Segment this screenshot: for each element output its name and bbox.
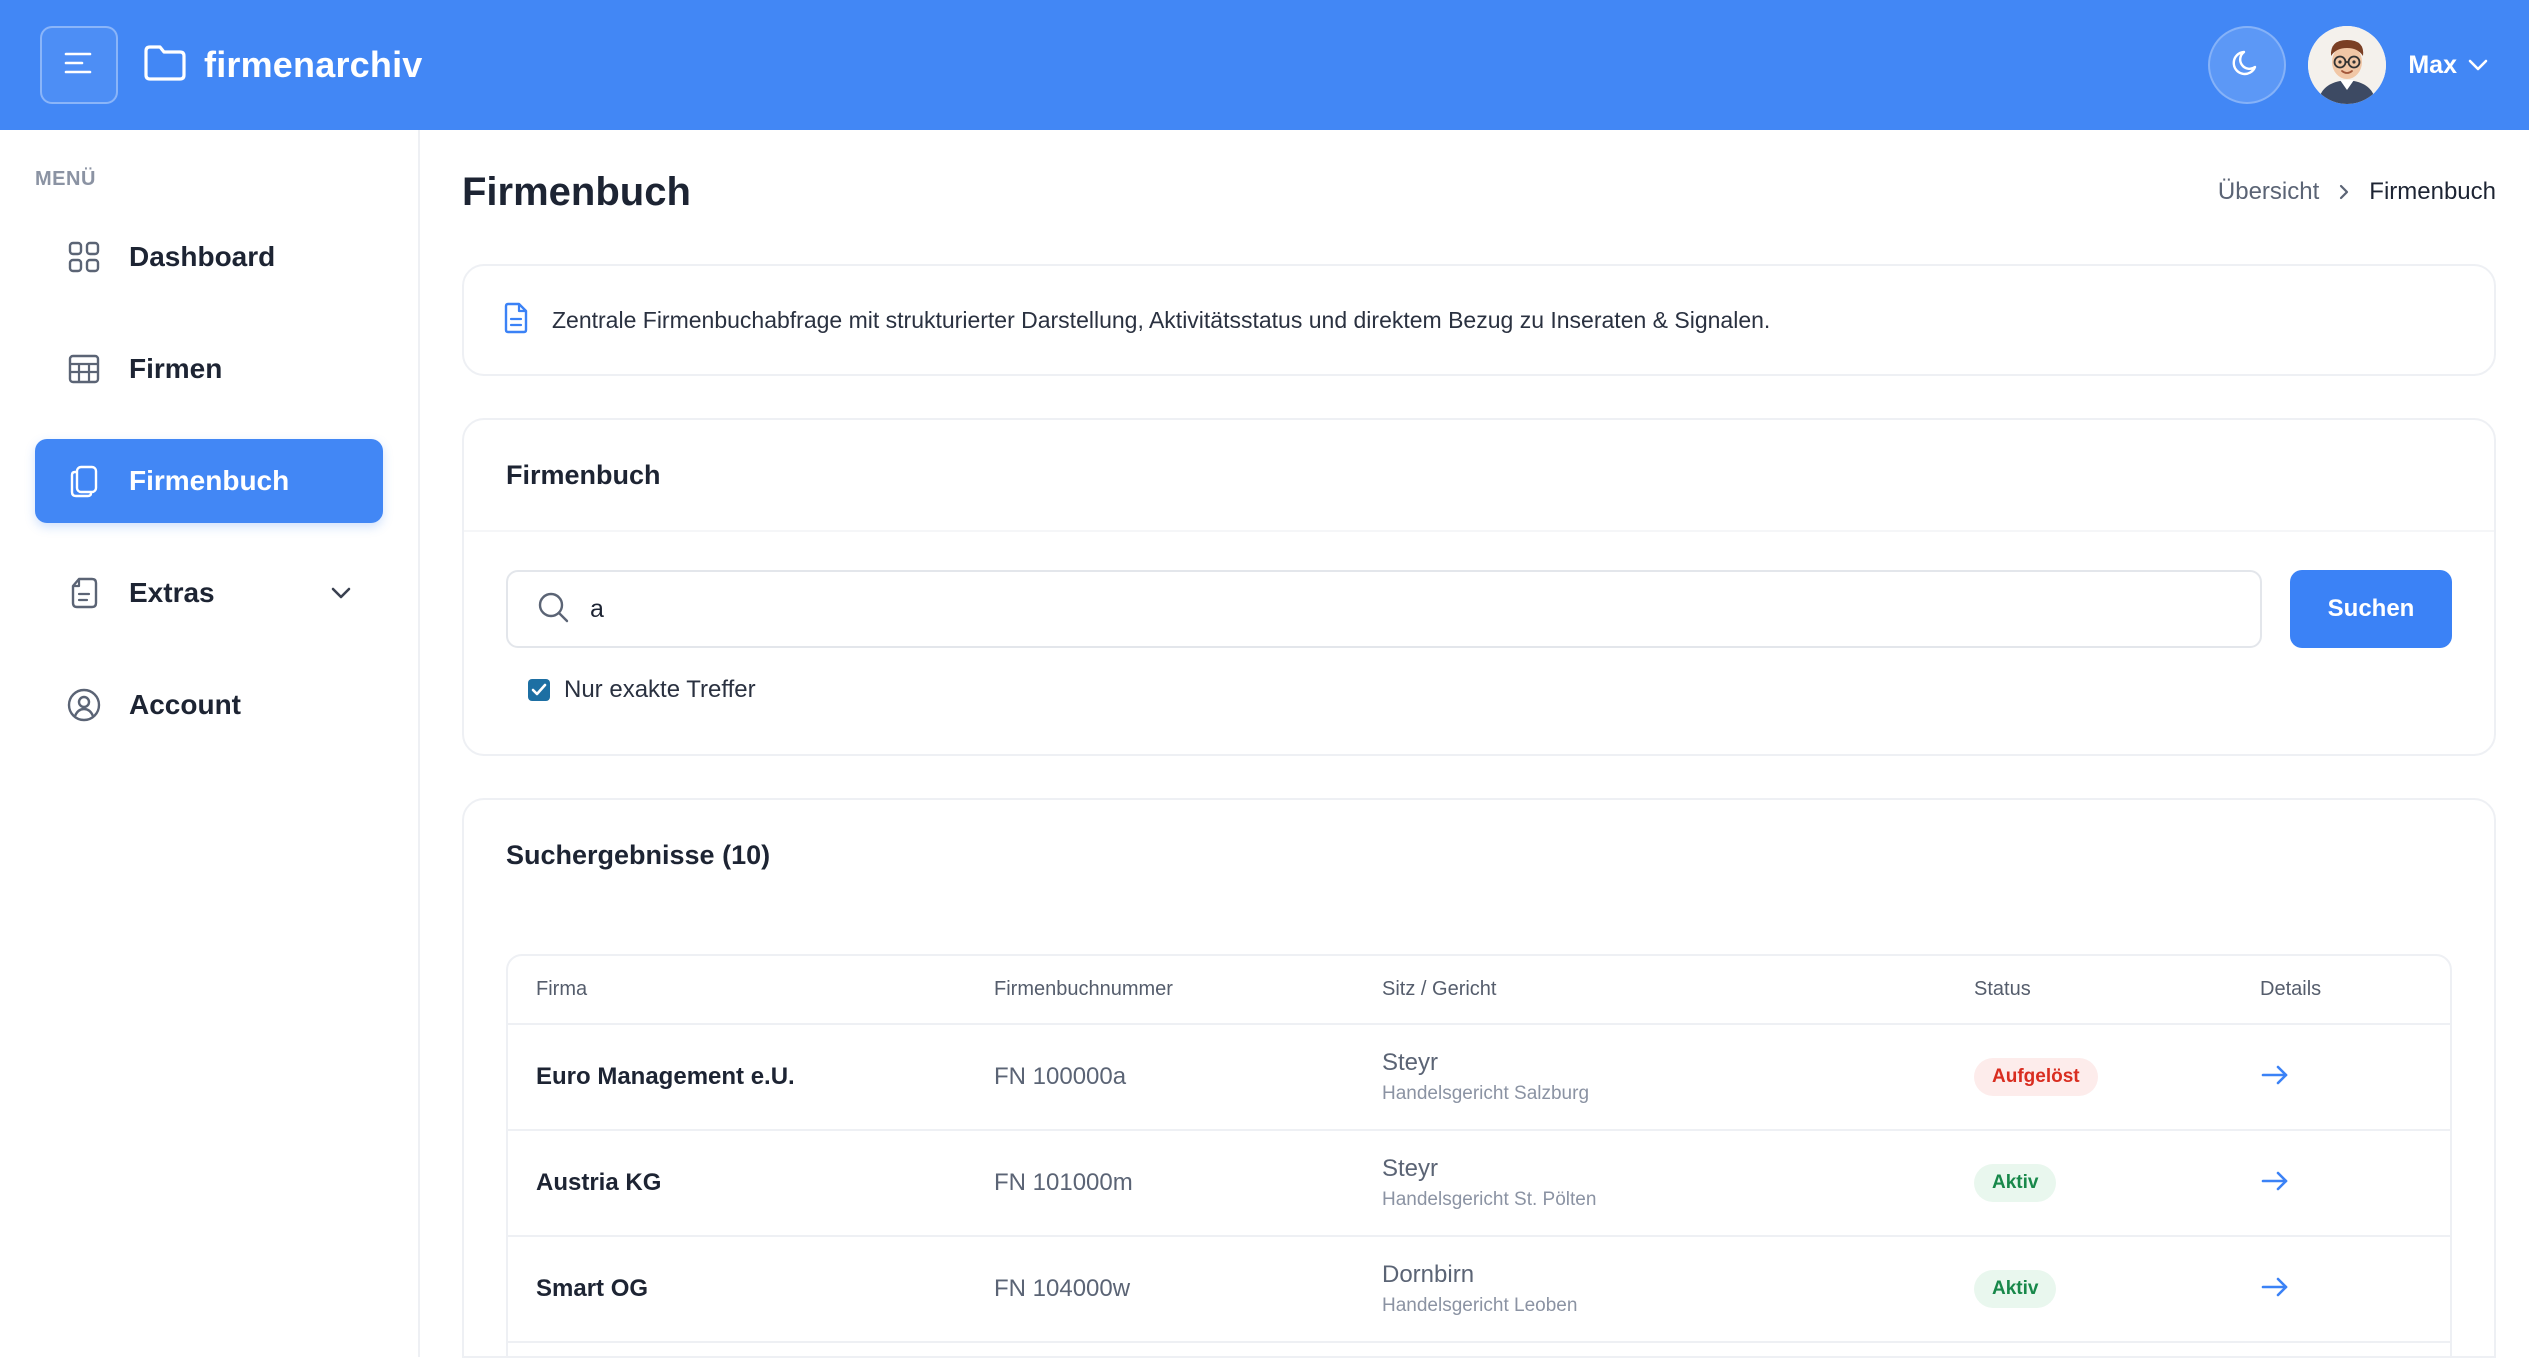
- sidebar-item-firmen[interactable]: Firmen: [35, 327, 383, 411]
- sidebar-item-extras[interactable]: Extras: [35, 551, 383, 635]
- chevron-down-icon: [329, 585, 353, 601]
- top-bar: firmenarchiv Max: [0, 0, 2529, 130]
- sitz: Steyr: [1382, 1155, 1439, 1182]
- exact-match-checkbox[interactable]: [528, 679, 550, 701]
- table-row[interactable]: Austria KG FN 101000m Steyr Handelsgeric…: [508, 1130, 2450, 1237]
- gericht: Handelsgericht Salzburg: [1382, 1083, 1590, 1104]
- breadcrumb: Übersicht Firmenbuch: [2218, 178, 2496, 206]
- theme-toggle-button[interactable]: [2208, 26, 2287, 104]
- table-row[interactable]: Smart OG FN 104000w Dornbirn Handelsgeri…: [508, 1236, 2450, 1343]
- results-card: Suchergebnisse (10) Firma Firmenbuchnumm…: [462, 798, 2496, 1358]
- sidebar-item-firmenbuch[interactable]: Firmenbuch: [35, 439, 383, 523]
- avatar[interactable]: [2308, 26, 2387, 104]
- results-title: Suchergebnisse (10): [506, 840, 771, 870]
- sidebar-item-label: Dashboard: [129, 241, 276, 272]
- firmenbuchnummer: FN 100000a: [994, 1063, 1127, 1090]
- sitz: Dornbirn: [1382, 1261, 1475, 1288]
- chevron-right-icon: [2337, 182, 2351, 202]
- menu-caption: MENÜ: [35, 168, 96, 190]
- table-row[interactable]: Euro Management e.U. FN 100000a Steyr Ha…: [508, 1024, 2450, 1131]
- results-table: Firma Firmenbuchnummer Sitz / Gericht St…: [506, 954, 2452, 1356]
- sidebar-item-label: Account: [129, 689, 241, 720]
- firmenbuchnummer: FN 101000m: [994, 1169, 1133, 1196]
- user-circle-icon: [65, 686, 103, 724]
- breadcrumb-overview-link[interactable]: Übersicht: [2218, 178, 2319, 206]
- details-link[interactable]: [2260, 1276, 2290, 1303]
- arrow-right-icon: [2260, 1064, 2290, 1091]
- firma-name: Austria KG: [536, 1169, 662, 1196]
- column-header-status[interactable]: Status: [1974, 956, 2260, 1025]
- search-box[interactable]: [506, 570, 2262, 648]
- menu-toggle-button[interactable]: [40, 26, 118, 104]
- details-link[interactable]: [2260, 1064, 2290, 1091]
- info-text: Zentrale Firmenbuchabfrage mit strukturi…: [552, 306, 1771, 333]
- table-header-row: Firma Firmenbuchnummer Sitz / Gericht St…: [508, 956, 2450, 1025]
- grid-icon: [65, 238, 103, 276]
- column-header-firmenbuchnummer[interactable]: Firmenbuchnummer: [994, 956, 1382, 1025]
- exact-match-label[interactable]: Nur exakte Treffer: [564, 676, 756, 704]
- main-content: Firmenbuch Übersicht Firmenbuch Zentrale…: [462, 130, 2496, 1358]
- search-button[interactable]: Suchen: [2290, 570, 2452, 648]
- arrow-right-icon: [2260, 1170, 2290, 1197]
- chevron-down-icon: [2467, 58, 2489, 72]
- copy-icon: [65, 462, 103, 500]
- app-logo[interactable]: firmenarchiv: [142, 43, 423, 88]
- folder-icon: [142, 43, 188, 88]
- sitz: Steyr: [1382, 1049, 1439, 1076]
- user-name: Max: [2408, 50, 2457, 79]
- menu-lines-icon: [64, 51, 94, 80]
- sidebar-item-dashboard[interactable]: Dashboard: [35, 215, 383, 299]
- status-badge: Aktiv: [1974, 1270, 2057, 1308]
- gericht: Handelsgericht St. Pölten: [1382, 1189, 1597, 1210]
- arrow-right-icon: [2260, 1276, 2290, 1303]
- search-card: Firmenbuch Suchen Nur exakte Treffer: [462, 418, 2496, 756]
- details-link[interactable]: [2260, 1170, 2290, 1197]
- document-icon: [65, 574, 103, 612]
- firma-name: Smart OG: [536, 1275, 649, 1302]
- moon-icon: [2230, 46, 2264, 85]
- status-badge: Aufgelöst: [1974, 1058, 2098, 1096]
- column-header-firma[interactable]: Firma: [508, 956, 994, 1025]
- status-badge: Aktiv: [1974, 1164, 2057, 1202]
- firmenbuchnummer: FN 104000w: [994, 1275, 1131, 1302]
- app-name: firmenarchiv: [204, 44, 423, 85]
- info-card: Zentrale Firmenbuchabfrage mit strukturi…: [462, 264, 2496, 376]
- column-header-sitz[interactable]: Sitz / Gericht: [1382, 956, 1974, 1025]
- table-icon: [65, 350, 103, 388]
- column-header-details: Details: [2260, 956, 2450, 1025]
- breadcrumb-current: Firmenbuch: [2369, 178, 2496, 205]
- sidebar: MENÜ Dashboard Firmen Firmenbuch Extras …: [0, 130, 420, 1357]
- document-icon: [502, 302, 530, 339]
- search-card-title: Firmenbuch: [464, 420, 2494, 532]
- search-icon: [536, 590, 570, 629]
- page-header: Firmenbuch Übersicht Firmenbuch: [462, 130, 2496, 254]
- sidebar-item-label: Extras: [129, 577, 215, 608]
- sidebar-item-label: Firmenbuch: [129, 465, 290, 496]
- firma-name: Euro Management e.U.: [536, 1063, 795, 1090]
- sidebar-item-label: Firmen: [129, 353, 223, 384]
- sidebar-item-account[interactable]: Account: [35, 663, 383, 747]
- search-input[interactable]: [590, 594, 2142, 624]
- user-menu[interactable]: Max: [2286, 26, 2489, 104]
- gericht: Handelsgericht Leoben: [1382, 1295, 1578, 1316]
- page-title: Firmenbuch: [462, 169, 691, 214]
